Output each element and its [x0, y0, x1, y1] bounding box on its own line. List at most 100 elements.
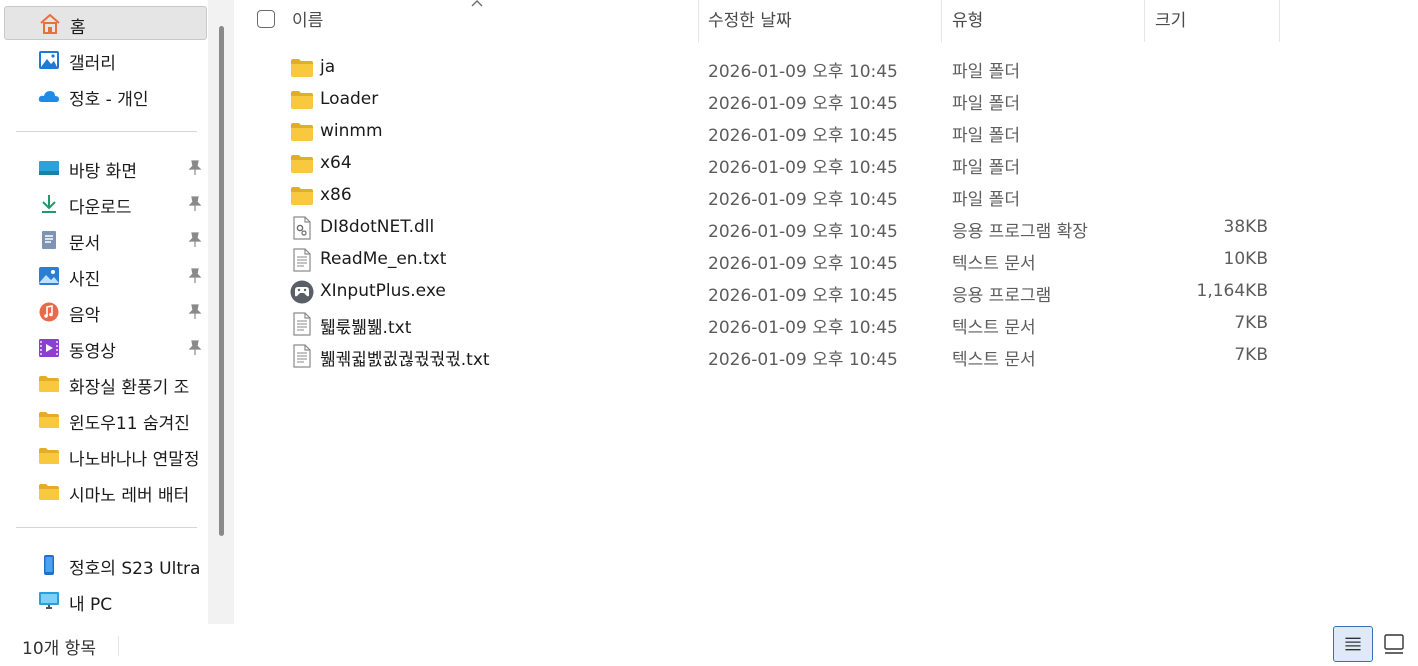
- sidebar-item-label: 음악: [69, 306, 101, 326]
- folder-icon: [291, 91, 313, 109]
- sidebar-item-pictures[interactable]: 사진: [4, 259, 207, 293]
- file-name: DI8dotNET.dll: [320, 217, 435, 237]
- sidebar-item-downloads[interactable]: 다운로드: [4, 187, 207, 221]
- sidebar-item-label: 홈: [70, 18, 86, 38]
- file-row[interactable]: 뒓룫뷂뷂.txt 2026-01-09 오후 10:45 텍스트 문서 7KB: [240, 308, 1280, 340]
- file-row[interactable]: ja 2026-01-09 오후 10:45 파일 폴더: [240, 52, 1280, 84]
- file-row[interactable]: Loader 2026-01-09 오후 10:45 파일 폴더: [240, 84, 1280, 116]
- item-count: 10개 항목: [22, 639, 96, 659]
- pc-icon: [39, 592, 59, 609]
- gamepad-app-icon: [290, 280, 314, 304]
- pin-icon[interactable]: [187, 303, 203, 321]
- sidebar-item-documents[interactable]: 문서: [4, 223, 207, 257]
- sidebar-separator: [16, 527, 197, 528]
- file-type: 파일 폴더: [952, 190, 1020, 210]
- sidebar-item-folder-2[interactable]: 윈도우11 숨겨진: [4, 403, 207, 437]
- column-header-name[interactable]: 이름: [292, 0, 323, 42]
- select-all-checkbox[interactable]: [257, 10, 275, 28]
- sidebar-item-label: 문서: [69, 234, 101, 254]
- file-name: winmm: [320, 121, 383, 141]
- sidebar-item-label: 윈도우11 숨겨진: [69, 414, 190, 434]
- sidebar-item-gallery[interactable]: 갤러리: [4, 43, 207, 77]
- sidebar-item-label: 나노바나나 연말정: [69, 450, 200, 470]
- sidebar-item-this-pc[interactable]: 내 PC: [4, 584, 207, 618]
- desktop-icon: [39, 161, 59, 175]
- folder-icon: [291, 59, 313, 77]
- file-date: 2026-01-09 오후 10:45: [708, 190, 898, 210]
- sidebar-item-phone[interactable]: 정호의 S23 Ultra: [4, 548, 207, 582]
- file-type: 텍스트 문서: [952, 350, 1036, 370]
- file-row[interactable]: winmm 2026-01-09 오후 10:45 파일 폴더: [240, 116, 1280, 148]
- file-date: 2026-01-09 오후 10:45: [708, 254, 898, 274]
- text-file-icon: [293, 248, 311, 272]
- file-date: 2026-01-09 오후 10:45: [708, 318, 898, 338]
- file-type: 응용 프로그램 확장: [952, 222, 1088, 242]
- file-size: 10KB: [1223, 249, 1268, 269]
- sidebar-item-label: 화장실 환풍기 조: [69, 378, 190, 398]
- pin-icon[interactable]: [187, 267, 203, 285]
- file-date: 2026-01-09 오후 10:45: [708, 62, 898, 82]
- column-header-date[interactable]: 수정한 날짜: [708, 0, 792, 42]
- column-divider[interactable]: [1279, 0, 1280, 42]
- sidebar-item-label: 바탕 화면: [69, 162, 137, 182]
- column-divider[interactable]: [698, 0, 699, 42]
- file-row[interactable]: DI8dotNET.dll 2026-01-09 오후 10:45 응용 프로그…: [240, 212, 1280, 244]
- file-row[interactable]: x64 2026-01-09 오후 10:45 파일 폴더: [240, 148, 1280, 180]
- file-size: 7KB: [1234, 345, 1268, 365]
- file-name: 뷂궦귋벬귒궎궋궋궋.txt: [320, 350, 490, 370]
- file-row[interactable]: x86 2026-01-09 오후 10:45 파일 폴더: [240, 180, 1280, 212]
- sidebar-item-label: 시마노 레버 배터: [69, 486, 190, 506]
- sidebar-item-folder-3[interactable]: 나노바나나 연말정: [4, 439, 207, 473]
- folder-icon: [291, 155, 313, 173]
- column-header-type[interactable]: 유형: [952, 0, 983, 42]
- sidebar-item-label: 동영상: [69, 342, 116, 362]
- sidebar-item-onedrive[interactable]: 정호 - 개인: [4, 79, 207, 113]
- file-date: 2026-01-09 오후 10:45: [708, 286, 898, 306]
- sidebar-scrollbar-thumb[interactable]: [219, 26, 224, 536]
- file-date: 2026-01-09 오후 10:45: [708, 222, 898, 242]
- sidebar-separator: [16, 131, 197, 132]
- pin-icon[interactable]: [187, 159, 203, 177]
- pin-icon[interactable]: [187, 195, 203, 213]
- dll-file-icon: [293, 216, 311, 240]
- file-row[interactable]: ReadMe_en.txt 2026-01-09 오후 10:45 텍스트 문서…: [240, 244, 1280, 276]
- videos-icon: [39, 339, 59, 357]
- download-icon: [42, 195, 56, 213]
- large-icons-view-button[interactable]: [1378, 628, 1410, 660]
- column-divider[interactable]: [941, 0, 942, 42]
- sort-ascending-icon: [471, 0, 483, 7]
- file-name: x86: [320, 185, 352, 205]
- file-name: Loader: [320, 89, 379, 109]
- navigation-pane: 홈 갤러리 정호 - 개인 바탕 화면 다운로드 문서 사진 음악 동영상 화장…: [0, 0, 234, 624]
- column-divider[interactable]: [1144, 0, 1145, 42]
- sidebar-item-label: 사진: [69, 270, 101, 290]
- sidebar-item-desktop[interactable]: 바탕 화면: [4, 151, 207, 185]
- file-date: 2026-01-09 오후 10:45: [708, 94, 898, 114]
- file-row[interactable]: XInputPlus.exe 2026-01-09 오후 10:45 응용 프로…: [240, 276, 1280, 308]
- gallery-icon: [39, 51, 59, 69]
- pictures-icon: [39, 267, 59, 285]
- sidebar-item-videos[interactable]: 동영상: [4, 331, 207, 365]
- folder-icon: [39, 412, 59, 428]
- folder-icon: [291, 187, 313, 205]
- file-name: XInputPlus.exe: [320, 281, 446, 301]
- onedrive-cloud-icon: [38, 91, 59, 102]
- sidebar-item-music[interactable]: 음악: [4, 295, 207, 329]
- file-type: 파일 폴더: [952, 94, 1020, 114]
- phone-icon: [44, 555, 54, 575]
- file-row[interactable]: 뷂궦귋벬귒궎궋궋궋.txt 2026-01-09 오후 10:45 텍스트 문서…: [240, 340, 1280, 372]
- folder-icon: [291, 123, 313, 141]
- pin-icon[interactable]: [187, 231, 203, 249]
- file-type: 파일 폴더: [952, 158, 1020, 178]
- sidebar-item-home[interactable]: 홈: [4, 6, 207, 40]
- file-name: x64: [320, 153, 352, 173]
- sidebar-item-label: 다운로드: [69, 198, 132, 218]
- file-name: ReadMe_en.txt: [320, 249, 447, 269]
- sidebar-item-folder-4[interactable]: 시마노 레버 배터: [4, 475, 207, 509]
- file-type: 텍스트 문서: [952, 318, 1036, 338]
- pin-icon[interactable]: [187, 339, 203, 357]
- sidebar-item-label: 갤러리: [69, 54, 116, 74]
- details-view-button[interactable]: [1333, 626, 1373, 662]
- column-header-size[interactable]: 크기: [1155, 0, 1186, 42]
- sidebar-item-folder-1[interactable]: 화장실 환풍기 조: [4, 367, 207, 401]
